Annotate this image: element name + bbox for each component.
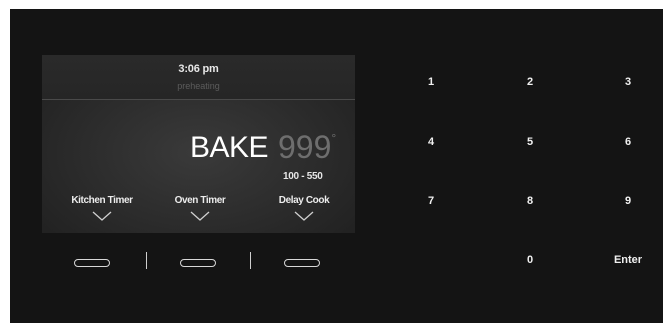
option-kitchen-timer: Kitchen Timer	[52, 195, 152, 221]
key-6[interactable]: 6	[603, 128, 653, 156]
key-8[interactable]: 8	[505, 187, 555, 215]
oven-control-panel: 3:06 pm preheating BAKE 999° 100 - 550 K…	[10, 9, 663, 323]
oven-timer-button[interactable]	[180, 259, 216, 267]
option-oven-timer: Oven Timer	[150, 195, 250, 221]
option-label-delay-cook: Delay Cook	[278, 195, 330, 206]
display-header: 3:06 pm preheating	[42, 55, 355, 100]
kitchen-timer-button[interactable]	[74, 259, 110, 267]
temperature-range: 100 - 550	[283, 171, 323, 182]
temperature-readout: 999°	[278, 129, 336, 166]
key-0[interactable]: 0	[505, 246, 555, 274]
button-divider	[250, 252, 251, 269]
enter-key[interactable]: Enter	[603, 246, 653, 274]
option-delay-cook: Delay Cook	[254, 195, 354, 221]
oven-display: 3:06 pm preheating BAKE 999° 100 - 550 K…	[42, 55, 355, 233]
key-3[interactable]: 3	[603, 68, 653, 96]
temperature-value: 999	[278, 129, 332, 165]
key-9[interactable]: 9	[603, 187, 653, 215]
delay-cook-button[interactable]	[284, 259, 320, 267]
key-4[interactable]: 4	[406, 128, 456, 156]
key-7[interactable]: 7	[406, 187, 456, 215]
key-2[interactable]: 2	[505, 68, 555, 96]
button-divider	[146, 252, 147, 269]
key-1[interactable]: 1	[406, 68, 456, 96]
chevron-down-icon	[190, 211, 210, 221]
chevron-down-icon	[92, 211, 112, 221]
clock-time: 3:06 pm	[178, 63, 219, 75]
oven-status: preheating	[177, 81, 220, 91]
option-label-oven-timer: Oven Timer	[174, 195, 226, 206]
chevron-down-icon	[294, 211, 314, 221]
key-5[interactable]: 5	[505, 128, 555, 156]
degree-symbol: °	[331, 131, 337, 145]
option-label-kitchen-timer: Kitchen Timer	[71, 195, 133, 206]
cook-mode: BAKE	[190, 131, 269, 164]
